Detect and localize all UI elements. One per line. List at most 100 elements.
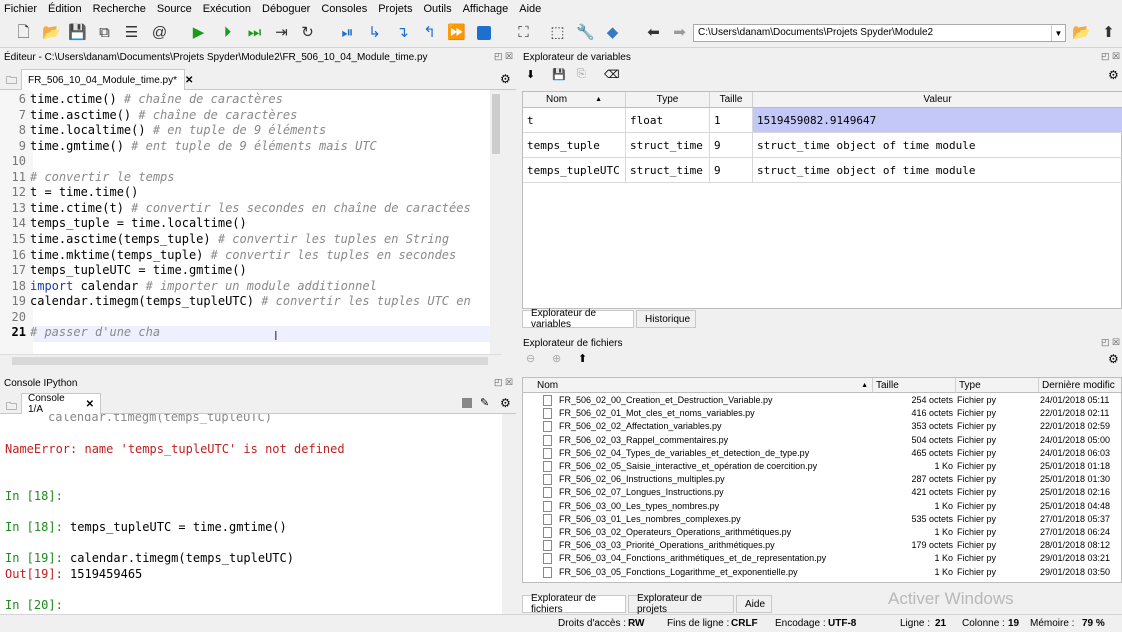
forward-arrow-icon[interactable]: ➡ <box>670 23 689 42</box>
save-data-icon[interactable]: 💾 <box>552 68 566 81</box>
clear-console-icon[interactable]: ✎ <box>480 396 489 409</box>
debug-icon[interactable]: ⏯ <box>338 23 357 42</box>
run-selection-icon[interactable]: ⇥ <box>272 23 291 42</box>
browse-tabs-icon[interactable]: 🗀 <box>6 72 17 91</box>
editor-pane-buttons[interactable]: ◰ ☒ <box>494 51 513 62</box>
save-as-icon[interactable]: ⎘ <box>577 68 586 81</box>
col-header-value[interactable]: Valeur <box>753 92 1122 108</box>
var-value[interactable]: 1519459082.9149647 <box>753 108 1122 133</box>
file-pane-buttons[interactable]: ◰ ☒ <box>1101 337 1120 348</box>
file-row[interactable]: FR_506_03_00_Les_types_nombres.py 1 Ko Fic… <box>523 500 1121 513</box>
col-header-type[interactable]: Type <box>956 378 1039 393</box>
back-arrow-icon[interactable]: ⬅ <box>644 23 663 42</box>
import-data-icon[interactable]: ⬇ <box>526 68 535 81</box>
close-icon[interactable]: ✕ <box>86 399 94 410</box>
menu-item[interactable]: Aide <box>519 3 541 15</box>
menu-item[interactable]: Recherche <box>93 3 146 15</box>
run-cell-advance-icon[interactable]: ⏭ <box>245 23 264 42</box>
python-path-icon[interactable]: ◆ <box>603 23 622 42</box>
tab-file-explorer[interactable]: Explorateur de fichiers <box>522 593 626 615</box>
var-type[interactable]: float <box>626 108 710 133</box>
variable-pane-buttons[interactable]: ◰ ☒ <box>1101 51 1120 62</box>
var-size[interactable]: 9 <box>710 158 753 183</box>
save-all-icon[interactable]: ⧉ <box>95 23 114 42</box>
run-icon[interactable]: ▶ <box>189 23 208 42</box>
tab-help[interactable]: Aide <box>736 595 772 613</box>
menu-item[interactable]: Consoles <box>321 3 367 15</box>
maximize-pane-icon[interactable]: ⛶ <box>514 23 533 42</box>
file-row[interactable]: FR_506_02_05_Saisie_interactive_et_opéra… <box>523 460 1121 473</box>
menu-item[interactable]: Exécution <box>203 3 251 15</box>
gear-icon[interactable]: ⚙ <box>1108 352 1119 366</box>
col-header-type[interactable]: Type <box>626 92 710 108</box>
step-icon[interactable]: ↳ <box>365 23 384 42</box>
col-header-name[interactable]: Nom ▲ <box>523 378 873 393</box>
stop-debug-icon[interactable] <box>474 23 493 42</box>
col-header-date[interactable]: Dernière modific <box>1039 378 1121 393</box>
browse-folder-icon[interactable]: 📂 <box>1072 23 1091 42</box>
var-size[interactable]: 1 <box>710 108 753 133</box>
ipython-console[interactable]: calendar.timegm(temps_tupleUTC) NameErro… <box>0 414 502 614</box>
forward-icon[interactable]: ⊕ <box>552 352 561 365</box>
parent-dir-icon[interactable]: ⬆ <box>1099 23 1118 42</box>
at-icon[interactable]: @ <box>150 23 169 42</box>
gear-icon[interactable]: ⚙ <box>500 72 511 86</box>
step-return-icon[interactable]: ↰ <box>420 23 439 42</box>
console-pane-buttons[interactable]: ◰ ☒ <box>494 377 513 388</box>
list-icon[interactable]: ☰ <box>122 23 141 42</box>
var-size[interactable]: 9 <box>710 133 753 158</box>
var-name[interactable]: temps_tuple <box>523 133 626 158</box>
file-row[interactable]: FR_506_03_01_Les_nombres_complexes.py 535… <box>523 513 1121 526</box>
run-cell-icon[interactable]: ⏵ <box>218 23 237 42</box>
working-directory-combo[interactable]: C:\Users\danam\Documents\Projets Spyder\… <box>693 24 1066 42</box>
file-row[interactable]: FR_506_02_06_Instructions_multiples.py 28… <box>523 473 1121 486</box>
chevron-down-icon[interactable]: ▼ <box>1051 25 1065 41</box>
col-header-size[interactable]: Taille <box>710 92 753 108</box>
tab-project-explorer[interactable]: Explorateur de projets <box>628 593 734 615</box>
file-row[interactable]: FR_506_02_04_Types_de_variables_et_detec… <box>523 447 1121 460</box>
col-header-name[interactable]: Nom ▲ <box>523 92 626 108</box>
code-editor[interactable]: 6 time.ctime() # chaîne de caractères 7 tim… <box>0 90 502 354</box>
col-header-size[interactable]: Taille <box>873 378 956 393</box>
step-into-icon[interactable]: ↴ <box>393 23 412 42</box>
menu-item[interactable]: Projets <box>378 3 412 15</box>
close-icon[interactable]: ✕ <box>185 75 193 86</box>
parent-folder-icon[interactable]: ⬆ <box>578 352 587 365</box>
var-value[interactable]: struct_time object of time module <box>753 158 1122 183</box>
gear-icon[interactable]: ⚙ <box>1108 68 1119 82</box>
menu-item[interactable]: Outils <box>423 3 451 15</box>
gear-icon[interactable]: ⚙ <box>500 396 511 410</box>
var-type[interactable]: struct_time <box>626 158 710 183</box>
new-file-icon[interactable]: 🗋 <box>14 23 33 42</box>
tab-module-time[interactable]: FR_506_10_04_Module_time.py* ✕ <box>21 69 193 90</box>
editor-scroll-thumb[interactable] <box>492 94 500 154</box>
menu-item[interactable]: Fichier <box>4 3 37 15</box>
file-row[interactable]: FR_506_02_07_Longues_Instructions.py 421 … <box>523 486 1121 499</box>
var-value[interactable]: struct_time object of time module <box>753 133 1122 158</box>
open-file-icon[interactable]: 📂 <box>42 23 61 42</box>
file-row[interactable]: FR_506_03_03_Priorité_Operations_arithmé… <box>523 539 1121 552</box>
editor-horizontal-thumb[interactable] <box>12 357 488 365</box>
file-row[interactable]: FR_506_02_03_Rappel_commentaires.py 504 o… <box>523 434 1121 447</box>
var-type[interactable]: struct_time <box>626 133 710 158</box>
var-name[interactable]: t <box>523 108 626 133</box>
tab-console[interactable]: Console 1/A ✕ <box>21 393 101 415</box>
menu-item[interactable]: Édition <box>48 3 82 15</box>
continue-icon[interactable]: ⏩ <box>447 23 466 42</box>
tab-variable-explorer[interactable]: Explorateur de variables <box>522 308 634 330</box>
var-name[interactable]: temps_tupleUTC <box>523 158 626 183</box>
fullscreen-icon[interactable]: ⬚ <box>548 23 567 42</box>
eraser-icon[interactable]: ⌫ <box>604 68 620 81</box>
preferences-icon[interactable]: 🔧 <box>576 23 595 42</box>
rerun-icon[interactable]: ↻ <box>298 23 317 42</box>
file-row[interactable]: FR_506_03_05_Fonctions_Logarithme_et_exp… <box>523 566 1121 579</box>
tab-history[interactable]: Historique <box>636 310 696 328</box>
menu-item[interactable]: Affichage <box>463 3 509 15</box>
file-row[interactable]: FR_506_03_02_Operateurs_Operations_arith… <box>523 526 1121 539</box>
stop-console-icon[interactable] <box>462 398 472 408</box>
file-row[interactable]: FR_506_03_04_Fonctions_arithmétiques_et_… <box>523 552 1121 565</box>
menu-item[interactable]: Source <box>157 3 192 15</box>
console-scrollbar[interactable] <box>502 414 514 614</box>
menu-item[interactable]: Déboguer <box>262 3 310 15</box>
save-icon[interactable]: 💾 <box>68 23 87 42</box>
